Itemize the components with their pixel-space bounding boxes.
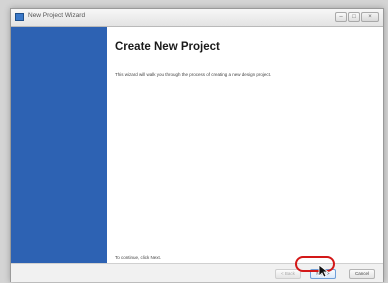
back-button[interactable]: < Back [275,269,301,279]
close-button[interactable]: × [361,12,379,22]
window-title: New Project Wizard [28,12,86,19]
page-title: Create New Project [115,41,220,53]
minimize-button[interactable]: – [335,12,347,22]
mouse-pointer-icon [318,264,329,278]
wizard-content: Create New Project This wizard will walk… [115,27,375,263]
maximize-button[interactable]: □ [348,12,360,22]
next-button-highlight [295,256,335,272]
wizard-window: New Project Wizard – □ × Create New Proj… [10,8,384,282]
app-icon [15,13,24,21]
cancel-button[interactable]: Cancel [349,269,375,279]
window-controls: – □ × [335,12,379,22]
title-bar[interactable]: New Project Wizard – □ × [11,9,383,27]
wizard-sidebar-banner [11,27,107,263]
continue-hint: To continue, click Next. [115,255,162,260]
page-description: This wizard will walk you through the pr… [115,72,272,77]
